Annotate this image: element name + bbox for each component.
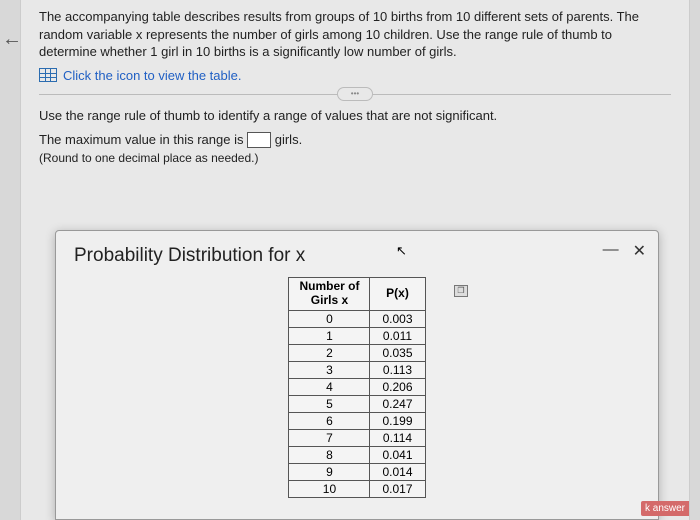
minimize-button[interactable]: — xyxy=(603,241,619,261)
table-cell: 7 xyxy=(289,429,370,446)
table-cell: 0.206 xyxy=(370,378,425,395)
page-container: The accompanying table describes results… xyxy=(20,0,690,520)
table-row: 80.041 xyxy=(289,446,425,463)
answer-line: The maximum value in this range is girls… xyxy=(39,131,671,149)
answer-badge[interactable]: k answer xyxy=(641,501,689,516)
table-row: 60.199 xyxy=(289,412,425,429)
intro-text: The accompanying table describes results… xyxy=(39,8,671,61)
table-cell: 6 xyxy=(289,412,370,429)
table-cell: 0.014 xyxy=(370,463,425,480)
table-cell: 5 xyxy=(289,395,370,412)
table-cell: 9 xyxy=(289,463,370,480)
table-cell: 0.199 xyxy=(370,412,425,429)
table-cell: 10 xyxy=(289,480,370,497)
table-cell: 0.035 xyxy=(370,344,425,361)
table-cell: 4 xyxy=(289,378,370,395)
table-row: 90.014 xyxy=(289,463,425,480)
answer-suffix: girls. xyxy=(275,132,302,147)
table-row: 100.017 xyxy=(289,480,425,497)
table-cell: 0.113 xyxy=(370,361,425,378)
table-cell: 0.041 xyxy=(370,446,425,463)
rounding-hint: (Round to one decimal place as needed.) xyxy=(39,150,671,166)
table-row: 40.206 xyxy=(289,378,425,395)
table-cell: 0.011 xyxy=(370,327,425,344)
answer-prefix: The maximum value in this range is xyxy=(39,132,243,147)
table-cell: 3 xyxy=(289,361,370,378)
view-table-link[interactable]: Click the icon to view the table. xyxy=(39,67,671,85)
table-cell: 0.017 xyxy=(370,480,425,497)
table-cell: 0.114 xyxy=(370,429,425,446)
probability-modal: — ✕ Probability Distribution for x ↖ ❐ N… xyxy=(55,230,659,520)
table-row: 20.035 xyxy=(289,344,425,361)
modal-controls: — ✕ xyxy=(603,241,646,261)
table-icon xyxy=(39,68,57,82)
modal-title: Probability Distribution for x xyxy=(74,245,640,267)
table-cell: 1 xyxy=(289,327,370,344)
view-table-label: Click the icon to view the table. xyxy=(63,67,241,85)
divider-handle[interactable]: ••• xyxy=(337,87,373,101)
table-row: 70.114 xyxy=(289,429,425,446)
content-area: The accompanying table describes results… xyxy=(21,0,689,174)
question-prompt: Use the range rule of thumb to identify … xyxy=(39,107,671,125)
table-row: 00.003 xyxy=(289,310,425,327)
col-header-px: P(x) xyxy=(370,278,425,311)
answer-input[interactable] xyxy=(247,132,271,148)
table-cell: 2 xyxy=(289,344,370,361)
col-header-x: Number ofGirls x xyxy=(289,278,370,311)
table-row: 30.113 xyxy=(289,361,425,378)
table-cell: 0.247 xyxy=(370,395,425,412)
close-button[interactable]: ✕ xyxy=(633,241,646,261)
cursor-icon: ↖ xyxy=(396,243,407,259)
back-arrow-icon[interactable]: ← xyxy=(2,28,22,51)
table-cell: 0 xyxy=(289,310,370,327)
table-cell: 0.003 xyxy=(370,310,425,327)
table-cell: 8 xyxy=(289,446,370,463)
probability-table: Number ofGirls x P(x) 00.00310.01120.035… xyxy=(288,277,425,498)
copy-button[interactable]: ❐ xyxy=(454,285,468,297)
table-row: 50.247 xyxy=(289,395,425,412)
table-row: 10.011 xyxy=(289,327,425,344)
